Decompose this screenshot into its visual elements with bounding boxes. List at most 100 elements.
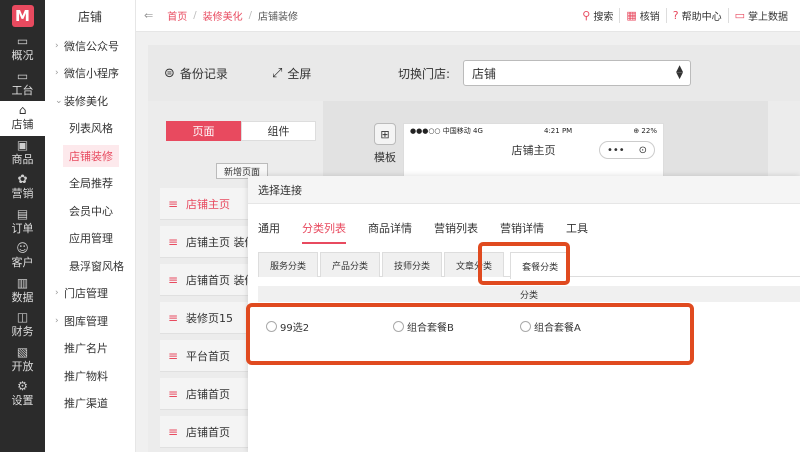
submenu-item-label: 店铺装修 [63,144,119,167]
help-icon: ? [672,9,679,22]
drag-handle-icon[interactable]: ≡ [160,273,186,287]
category-subtab[interactable]: 产品分类 [320,252,381,277]
submenu-item[interactable]: 店铺装修 [45,142,135,170]
submenu-item[interactable]: › 微信公众号 [45,32,135,60]
modal-tab[interactable]: 通用 [258,220,280,244]
highlight-subtab-annotation [478,242,570,285]
link-type-tabs: 通用 分类列表 商品详情 营销列表 营销详情 工具 [258,220,610,244]
drag-handle-icon[interactable]: ≡ [160,235,186,249]
submenu-item[interactable]: › 微信小程序 [45,60,135,88]
rail-item-settings[interactable]: ⚙ 设置 [0,377,45,412]
submenu-item-label: 门店管理 [64,287,108,301]
store-select[interactable]: 店铺 ▲ ▼ [463,60,691,86]
verify-icon: ▦ [626,9,637,22]
chevron-icon: › [55,288,59,299]
order-icon: ▤ [16,206,29,221]
top-action-label: 核销 [639,12,660,23]
page-list-item-label: 装修页15 [186,311,233,325]
category-subtab[interactable]: 技师分类 [382,252,443,277]
page-list-item-label: 店铺主页 [186,197,230,211]
tab-pages[interactable]: 页面 [166,121,241,141]
submenu-item[interactable]: 推广渠道 [45,390,135,418]
template-tool[interactable]: ⊞ 模板 [370,123,400,165]
mobile-data-icon: ▭ [734,9,745,22]
rail-item-monitor[interactable]: ▭ 概况 [0,32,45,67]
rail-item-order[interactable]: ▤ 订单 [0,205,45,240]
phone-status-bar: ●●●○○ 中国移动 4G 4:21 PM ⊕ 22% [404,124,663,138]
backup-icon: ⊜ [164,66,175,81]
top-action-search[interactable]: ⚲ 搜索 [576,8,619,23]
monitor-icon: ▭ [16,34,29,49]
open-icon: ▧ [16,344,29,359]
editor-toolbar: ⊜ 备份记录 ⤢ 全屏 切换门店: 店铺 ▲ ▼ [148,45,800,101]
drag-handle-icon[interactable]: ≡ [160,387,186,401]
bag-icon: ▣ [16,137,29,152]
rail-item-label: 数据 [11,290,34,304]
category-subtab[interactable]: 服务分类 [258,252,319,277]
modal-tab[interactable]: 分类列表 [302,220,346,244]
page-list-item-label: 店铺主页 装修 [186,235,256,249]
top-actions: ⚲ 搜索 ▦ 核销? 帮助中心 ▭ 掌上数据 [576,8,800,23]
top-action-verify[interactable]: ▦ 核销 [619,8,665,23]
store-icon: ⌂ [18,103,27,118]
submenu-item[interactable]: 会员中心 [45,197,135,225]
submenu-item-label: 全局推荐 [69,177,113,191]
top-action-help[interactable]: ? 帮助中心 [665,8,728,23]
mini-program-capsule: ••• ⊙ [599,141,655,159]
rail-item-label: 概况 [11,49,34,63]
top-action-mobile-data[interactable]: ▭ 掌上数据 [727,8,794,23]
phone-battery: ⊕ 22% [633,127,657,135]
close-target-icon: ⊙ [638,144,648,156]
submenu-item-label: 推广物料 [64,369,108,383]
page-list-item-label: 店铺首页 [186,387,230,401]
tab-components[interactable]: 组件 [241,121,316,141]
rail-item-desk[interactable]: ▭ 工台 [0,67,45,102]
fullscreen-label: 全屏 [287,67,312,81]
submenu-item[interactable]: 推广物料 [45,362,135,390]
rail-item-label: 客户 [11,256,34,270]
submenu-item[interactable]: 全局推荐 [45,170,135,198]
breadcrumb-home[interactable]: 首页 [167,8,187,23]
fullscreen-icon: ⤢ [272,66,283,81]
submenu-item-label: 会员中心 [69,204,113,218]
backup-label: 备份记录 [179,67,228,81]
modal-tab[interactable]: 营销详情 [500,220,544,244]
select-caret-icon: ▲ ▼ [676,64,683,81]
rail-item-open[interactable]: ▧ 开放 [0,343,45,378]
secondary-menu-title: 店铺 [77,9,102,24]
rail-item-data[interactable]: ▥ 数据 [0,274,45,309]
drag-handle-icon[interactable]: ≡ [160,311,186,325]
rail-item-marketing[interactable]: ✿ 营销 [0,170,45,205]
submenu-item-label: 应用管理 [69,232,113,246]
top-action-label: 搜索 [593,12,614,23]
submenu-item[interactable]: 悬浮窗风格 [45,252,135,280]
submenu-item[interactable]: › 门店管理 [45,280,135,308]
modal-tab[interactable]: 营销列表 [434,220,478,244]
submenu-item[interactable]: 推广名片 [45,335,135,363]
logo-mark: M [11,5,34,27]
app-logo[interactable]: M [0,0,45,32]
phone-carrier: ●●●○○ 中国移动 4G [410,127,483,135]
page-list-item-label: 店铺首页 [186,425,230,439]
breadcrumb-decoration[interactable]: 装修美化 [203,8,243,23]
submenu-item[interactable]: ⌄ 装修美化 [45,87,135,115]
data-icon: ▥ [16,275,29,290]
fullscreen-button[interactable]: ⤢ 全屏 [272,65,311,82]
rail-item-label: 订单 [11,221,34,235]
rail-item-customer[interactable]: ☺ 客户 [0,239,45,274]
submenu-item[interactable]: › 图库管理 [45,307,135,335]
backup-button[interactable]: ⊜ 备份记录 [164,65,228,82]
submenu-item[interactable]: 应用管理 [45,225,135,253]
modal-tab[interactable]: 商品详情 [368,220,412,244]
rail-item-store[interactable]: ⌂ 店铺 [0,101,45,136]
submenu-item[interactable]: 列表风格 [45,115,135,143]
drag-handle-icon[interactable]: ≡ [160,349,186,363]
rail-item-bag[interactable]: ▣ 商品 [0,136,45,171]
rail-item-finance[interactable]: ◫ 财务 [0,308,45,343]
submenu-item-label: 微信小程序 [64,67,119,81]
drag-handle-icon[interactable]: ≡ [160,425,186,439]
submenu-item-label: 推广名片 [64,342,108,356]
collapse-menu-icon[interactable]: ⇐ [144,9,153,22]
drag-handle-icon[interactable]: ≡ [160,197,186,211]
modal-tab[interactable]: 工具 [566,220,588,244]
